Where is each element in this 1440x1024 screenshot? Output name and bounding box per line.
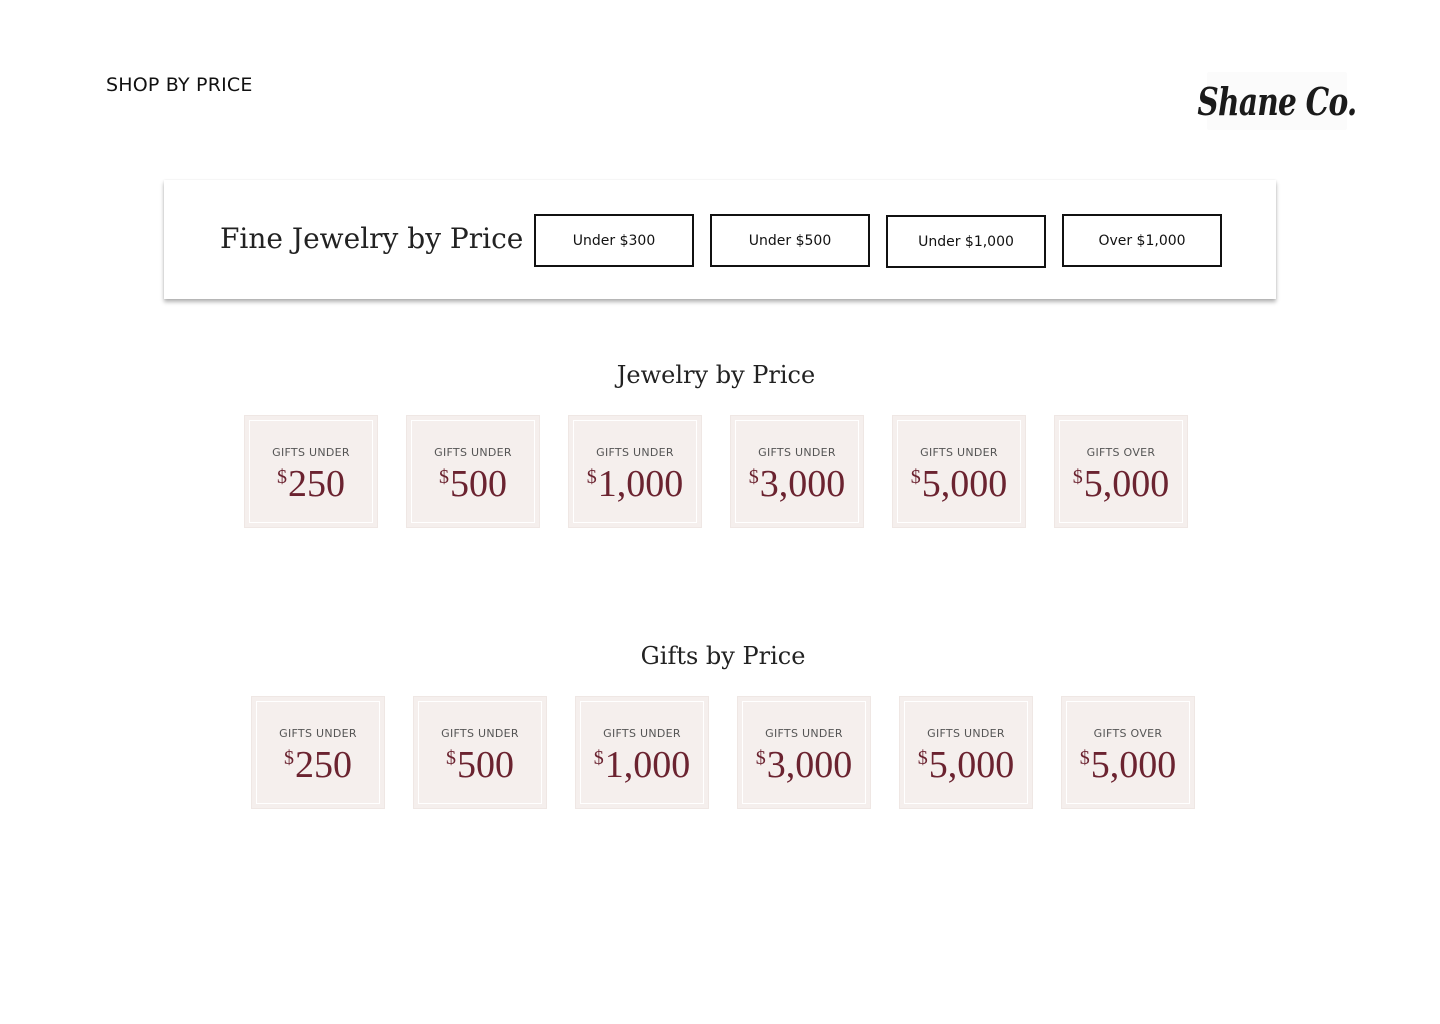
jewelry-tile-under-250[interactable]: GIFTS UNDER $250: [244, 415, 378, 528]
tile-amount: $1,000: [586, 463, 684, 505]
jewelry-tile-under-5000[interactable]: GIFTS UNDER $5,000: [892, 415, 1026, 528]
tile-label: GIFTS UNDER: [596, 446, 674, 459]
tile-label: GIFTS UNDER: [927, 727, 1005, 740]
tile-amount: $500: [439, 463, 507, 505]
tile-amount: $3,000: [748, 463, 846, 505]
jewelry-tile-under-1000[interactable]: GIFTS UNDER $1,000: [568, 415, 702, 528]
tile-label: GIFTS UNDER: [920, 446, 998, 459]
tile-label: GIFTS OVER: [1093, 727, 1163, 740]
gifts-tile-under-1000[interactable]: GIFTS UNDER $1,000: [575, 696, 709, 809]
jewelry-tile-over-5000[interactable]: GIFTS OVER $5,000: [1054, 415, 1188, 528]
tile-amount: $500: [446, 744, 514, 786]
tile-amount: $1,000: [593, 744, 691, 786]
tile-label: GIFTS UNDER: [272, 446, 350, 459]
tile-label: GIFTS UNDER: [441, 727, 519, 740]
fine-jewelry-price-card: Fine Jewelry by Price Under $300 Under $…: [164, 180, 1276, 299]
under-500-button[interactable]: Under $500: [710, 214, 870, 267]
tile-label: GIFTS UNDER: [434, 446, 512, 459]
page-title: SHOP BY PRICE: [106, 74, 253, 96]
tile-label: GIFTS UNDER: [603, 727, 681, 740]
tile-label: GIFTS UNDER: [279, 727, 357, 740]
over-1000-button[interactable]: Over $1,000: [1062, 214, 1222, 267]
tile-label: GIFTS OVER: [1086, 446, 1156, 459]
gifts-tile-under-3000[interactable]: GIFTS UNDER $3,000: [737, 696, 871, 809]
gifts-tile-under-5000[interactable]: GIFTS UNDER $5,000: [899, 696, 1033, 809]
under-1000-button[interactable]: Under $1,000: [886, 215, 1046, 268]
under-300-button[interactable]: Under $300: [534, 214, 694, 267]
gifts-tile-under-500[interactable]: GIFTS UNDER $500: [413, 696, 547, 809]
registered-mark: ®: [1330, 98, 1337, 106]
gifts-by-price-title: Gifts by Price: [640, 642, 806, 670]
tile-amount: $3,000: [755, 744, 853, 786]
tile-amount: $250: [277, 463, 345, 505]
gifts-tile-over-5000[interactable]: GIFTS OVER $5,000: [1061, 696, 1195, 809]
tile-label: GIFTS UNDER: [765, 727, 843, 740]
jewelry-tile-under-500[interactable]: GIFTS UNDER $500: [406, 415, 540, 528]
gifts-tile-under-250[interactable]: GIFTS UNDER $250: [251, 696, 385, 809]
tile-amount: $5,000: [1072, 463, 1170, 505]
shane-co-logo[interactable]: Shane Co. ®: [1197, 72, 1357, 130]
tile-label: GIFTS UNDER: [758, 446, 836, 459]
jewelry-tile-under-3000[interactable]: GIFTS UNDER $3,000: [730, 415, 864, 528]
tile-amount: $5,000: [1079, 744, 1177, 786]
tile-amount: $5,000: [917, 744, 1015, 786]
jewelry-by-price-title: Jewelry by Price: [616, 361, 816, 389]
tile-amount: $5,000: [910, 463, 1008, 505]
tile-amount: $250: [284, 744, 352, 786]
fine-jewelry-title: Fine Jewelry by Price: [220, 222, 524, 255]
